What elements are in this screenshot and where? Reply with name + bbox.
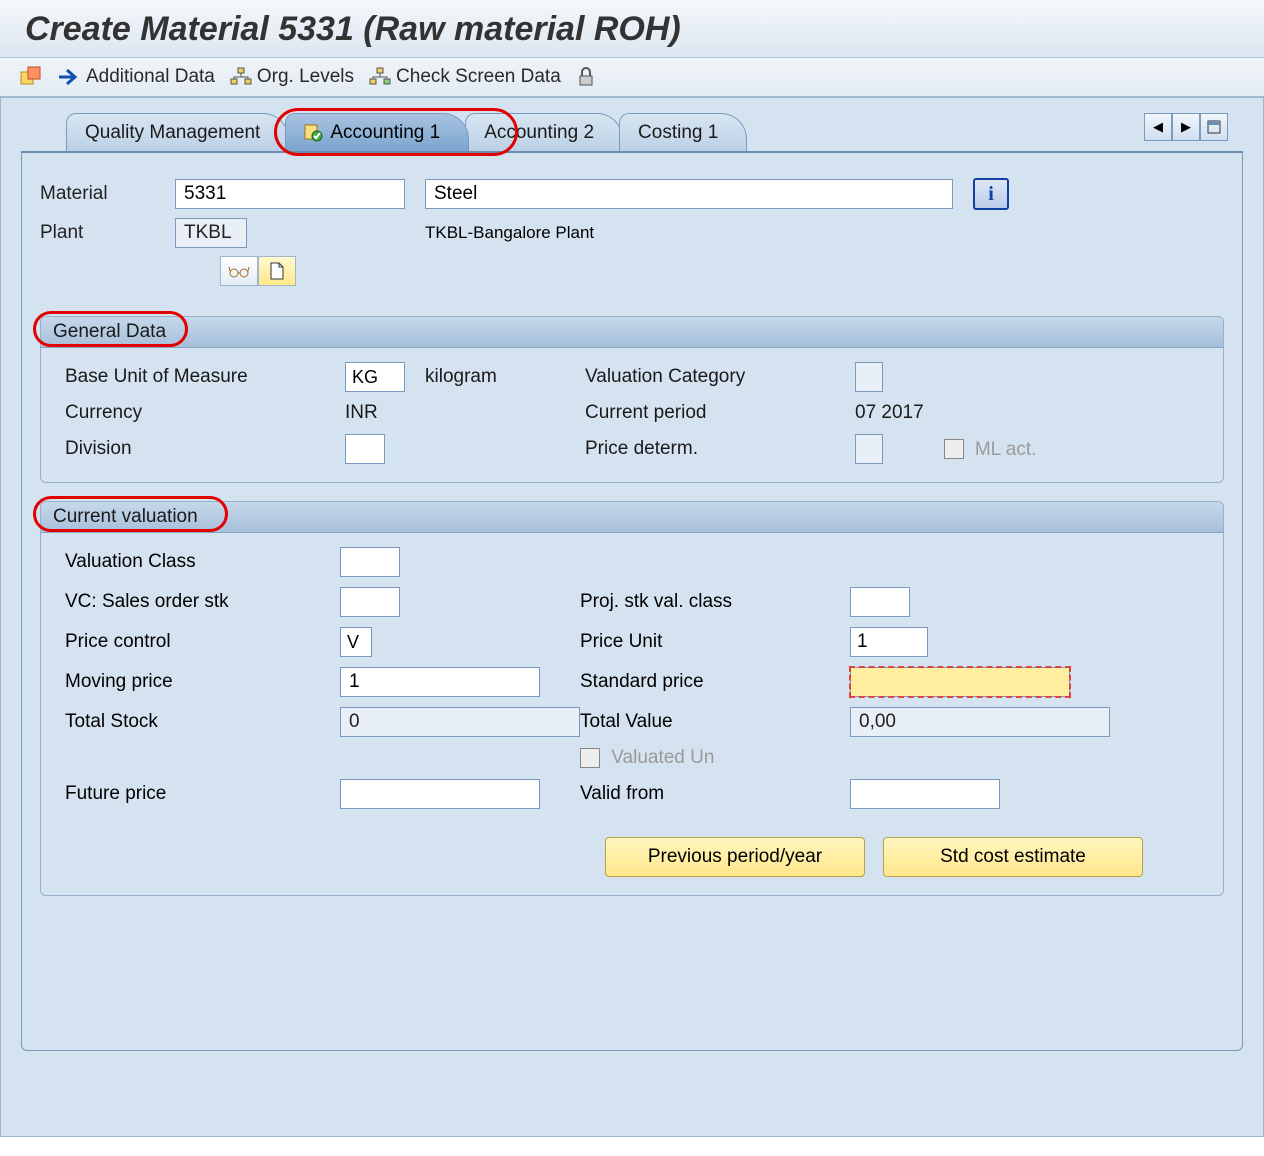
document-button[interactable] <box>258 256 296 286</box>
lock-button[interactable] <box>576 67 596 87</box>
plant-code-input <box>175 218 247 248</box>
check-hierarchy-icon <box>369 67 391 87</box>
vc-sales-label: VC: Sales order stk <box>65 591 340 613</box>
valuated-un-checkbox <box>580 748 600 768</box>
valuation-category-label: Valuation Category <box>585 366 855 388</box>
total-value-input <box>850 707 1110 737</box>
hierarchy-icon <box>230 67 252 87</box>
info-button[interactable]: i <box>973 178 1009 210</box>
general-data-body: Base Unit of Measure kilogram Valuation … <box>41 348 1223 482</box>
toolbar-copy-icon[interactable] <box>20 66 42 88</box>
tab-costing-1[interactable]: Costing 1 <box>619 113 747 151</box>
std-cost-estimate-button[interactable]: Std cost estimate <box>883 837 1143 877</box>
check-screen-data-button[interactable]: Check Screen Data <box>369 66 561 88</box>
valuation-action-buttons: Previous period/year Std cost estimate <box>605 837 1199 877</box>
tab-label: Costing 1 <box>638 122 718 144</box>
lock-icon <box>576 67 596 87</box>
glasses-icon <box>228 263 250 279</box>
material-number-input[interactable] <box>175 179 405 209</box>
current-valuation-header: Current valuation <box>41 502 1223 533</box>
valid-from-label: Valid from <box>580 783 850 805</box>
tab-list-button[interactable] <box>1200 113 1228 141</box>
main-area: Quality Management Accounting 1 Accounti… <box>0 97 1264 1137</box>
page-icon <box>269 262 285 280</box>
tab-nav-controls: ◀ ▶ <box>1144 113 1228 141</box>
arrow-right-icon <box>57 67 81 87</box>
current-period-value: 07 2017 <box>855 402 1199 424</box>
tab-accounting-1[interactable]: Accounting 1 <box>285 113 469 151</box>
division-input[interactable] <box>345 434 385 464</box>
division-label: Division <box>65 438 345 460</box>
tab-scroll-right-button[interactable]: ▶ <box>1172 113 1200 141</box>
price-determ-label: Price determ. <box>585 438 855 460</box>
price-control-input[interactable] <box>340 627 372 657</box>
mini-button-bar <box>220 256 1224 286</box>
standard-price-label: Standard price <box>580 671 850 693</box>
base-uom-input[interactable] <box>345 362 405 392</box>
tab-label: Accounting 2 <box>484 122 594 144</box>
page-header: Create Material 5331 (Raw material ROH) <box>0 0 1264 58</box>
general-data-header: General Data <box>41 317 1223 348</box>
check-screen-data-label: Check Screen Data <box>396 66 561 88</box>
plant-row: Plant TKBL-Bangalore Plant <box>40 218 1224 248</box>
currency-label: Currency <box>65 402 345 424</box>
additional-data-label: Additional Data <box>86 66 215 88</box>
material-description-input[interactable] <box>425 179 953 209</box>
material-label: Material <box>40 183 175 205</box>
org-levels-label: Org. Levels <box>257 66 354 88</box>
tab-label: Accounting 1 <box>330 122 440 144</box>
valid-from-input[interactable] <box>850 779 1000 809</box>
proj-stk-input[interactable] <box>850 587 910 617</box>
material-row: Material i <box>40 178 1224 210</box>
currency-value: INR <box>345 402 585 424</box>
plant-name: TKBL-Bangalore Plant <box>425 223 594 243</box>
current-valuation-body: Valuation Class VC: Sales order stk Proj… <box>41 533 1223 895</box>
price-unit-label: Price Unit <box>580 631 850 653</box>
valuation-class-label: Valuation Class <box>65 551 340 573</box>
current-valuation-title: Current valuation <box>53 506 198 527</box>
standard-price-input[interactable] <box>850 667 1070 697</box>
future-price-input[interactable] <box>340 779 540 809</box>
proj-stk-label: Proj. stk val. class <box>580 591 850 613</box>
app-toolbar: Additional Data Org. Levels Check Screen… <box>0 58 1264 97</box>
current-period-label: Current period <box>585 402 855 424</box>
info-icon: i <box>988 183 994 206</box>
price-unit-input[interactable] <box>850 627 928 657</box>
previous-period-button[interactable]: Previous period/year <box>605 837 865 877</box>
general-data-title: General Data <box>53 321 166 342</box>
current-valuation-group: Current valuation Valuation Class VC: Sa… <box>40 501 1224 896</box>
ml-act-label: ML act. <box>975 439 1037 460</box>
tab-label: Quality Management <box>85 122 260 144</box>
total-stock-input <box>340 707 580 737</box>
tab-quality-management[interactable]: Quality Management <box>66 113 289 151</box>
total-value-label: Total Value <box>580 711 850 733</box>
moving-price-input[interactable] <box>340 667 540 697</box>
additional-data-button[interactable]: Additional Data <box>57 66 215 88</box>
total-stock-label: Total Stock <box>65 711 340 733</box>
tab-content: Material i Plant TKBL-Bangalore Plant <box>21 151 1243 1051</box>
base-uom-text: kilogram <box>425 366 585 388</box>
page-title: Create Material 5331 (Raw material ROH) <box>25 10 1239 49</box>
valuated-un-label: Valuated Un <box>611 747 714 768</box>
tab-accounting-2[interactable]: Accounting 2 <box>465 113 623 151</box>
vc-sales-input[interactable] <box>340 587 400 617</box>
general-data-group: General Data Base Unit of Measure kilogr… <box>40 316 1224 483</box>
future-price-label: Future price <box>65 783 340 805</box>
display-change-button[interactable] <box>220 256 258 286</box>
tab-scroll-left-button[interactable]: ◀ <box>1144 113 1172 141</box>
overlap-squares-icon <box>20 66 42 88</box>
price-determ-input <box>855 434 883 464</box>
base-uom-label: Base Unit of Measure <box>65 366 345 388</box>
plant-label: Plant <box>40 222 175 244</box>
tab-list-icon <box>1207 120 1221 134</box>
price-control-label: Price control <box>65 631 340 653</box>
valuated-un-row: Valuated Un <box>580 747 850 769</box>
valuation-category-input <box>855 362 883 392</box>
ml-act-checkbox <box>944 439 964 459</box>
accounting-tab-icon <box>304 124 324 142</box>
valuation-class-input[interactable] <box>340 547 400 577</box>
org-levels-button[interactable]: Org. Levels <box>230 66 354 88</box>
tabstrip: Quality Management Accounting 1 Accounti… <box>66 113 1253 151</box>
moving-price-label: Moving price <box>65 671 340 693</box>
